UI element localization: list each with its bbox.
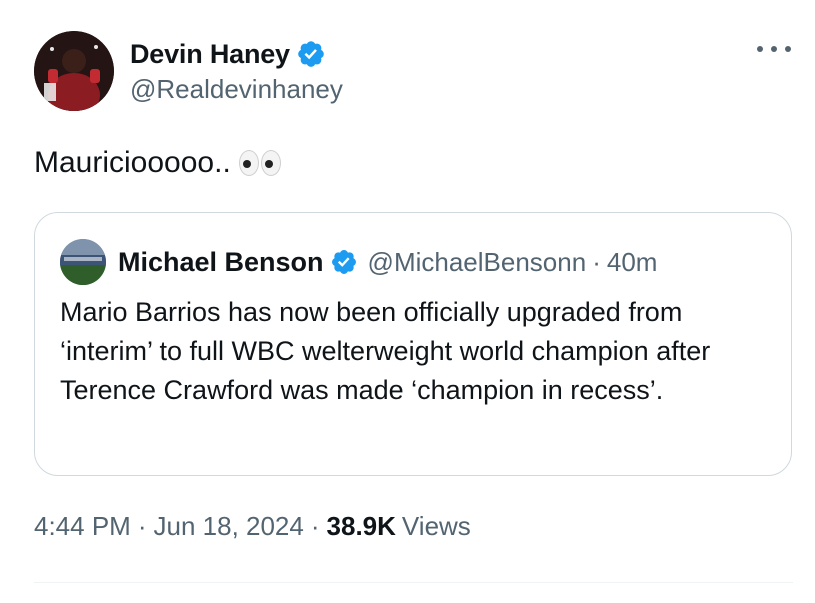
views-count[interactable]: 38.9K <box>327 511 396 542</box>
quoted-tweet-header: Michael Benson @MichaelBensonn · 40m <box>118 243 657 281</box>
tweet-metadata: 4:44 PM · Jun 18, 2024 · 38.9K Views <box>34 511 471 542</box>
separator-dot: · <box>310 511 320 541</box>
author-name-row: Devin Haney <box>130 36 326 72</box>
quoted-author-avatar <box>60 239 106 285</box>
divider <box>34 582 793 583</box>
author-display-name[interactable]: Devin Haney <box>130 39 290 70</box>
separator-dot: · <box>592 246 601 277</box>
quoted-tweet-text: Mario Barrios has now been officially up… <box>60 297 711 405</box>
verified-badge-icon <box>298 41 324 67</box>
tweet-text: Mauriciooooo.. <box>34 146 281 180</box>
verified-badge-icon <box>331 250 356 274</box>
tweet-text-content: Mauriciooooo.. <box>34 146 231 179</box>
more-options-icon[interactable] <box>757 40 791 58</box>
author-handle[interactable]: @Realdevinhaney <box>130 74 343 105</box>
tweet-date[interactable]: Jun 18, 2024 <box>154 511 304 542</box>
eyes-emoji-icon <box>238 150 281 176</box>
author-avatar[interactable] <box>34 31 114 111</box>
quoted-author-name[interactable]: Michael Benson <box>118 247 324 278</box>
separator-dot: · <box>137 511 147 541</box>
quoted-tweet[interactable]: Michael Benson @MichaelBensonn · 40m Mar… <box>34 212 792 476</box>
quoted-author-handle[interactable]: @MichaelBensonn <box>368 247 587 278</box>
quoted-tweet-time[interactable]: 40m <box>607 247 658 278</box>
views-label: Views <box>401 511 471 541</box>
tweet-time[interactable]: 4:44 PM <box>34 511 131 542</box>
